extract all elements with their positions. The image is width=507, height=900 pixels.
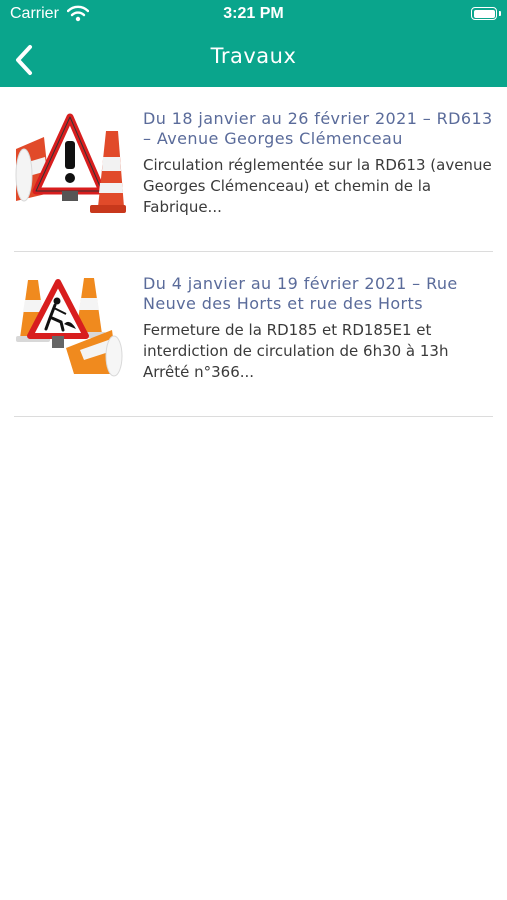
page-title: Travaux	[210, 44, 297, 68]
roadworks-list: Du 18 janvier au 26 février 2021 – RD613…	[0, 87, 507, 417]
divider	[14, 416, 493, 417]
list-item[interactable]: Du 4 janvier au 19 février 2021 – Rue Ne…	[0, 252, 507, 417]
item-heading: Du 4 janvier au 19 février 2021 – Rue Ne…	[143, 274, 458, 313]
navigation-bar: Travaux	[0, 30, 507, 87]
header-bar: Carrier 3:21 PM Travaux	[0, 0, 507, 87]
status-bar: Carrier 3:21 PM	[0, 0, 507, 30]
roadworks-sign-cones-icon	[16, 278, 123, 377]
item-text: Du 18 janvier au 26 février 2021 – RD613…	[143, 109, 495, 218]
status-time: 3:21 PM	[223, 5, 284, 22]
item-description: Fermeture de la RD185 et RD185E1 et inte…	[143, 321, 449, 381]
battery-icon	[471, 7, 501, 20]
list-item[interactable]: Du 18 janvier au 26 février 2021 – RD613…	[0, 87, 507, 252]
item-description: Circulation réglementée sur la RD613 (av…	[143, 156, 492, 216]
item-text: Du 4 janvier au 19 février 2021 – Rue Ne…	[143, 274, 495, 383]
warning-sign-cones-icon	[15, 113, 126, 213]
item-heading: Du 18 janvier au 26 février 2021 – RD613…	[143, 109, 493, 148]
